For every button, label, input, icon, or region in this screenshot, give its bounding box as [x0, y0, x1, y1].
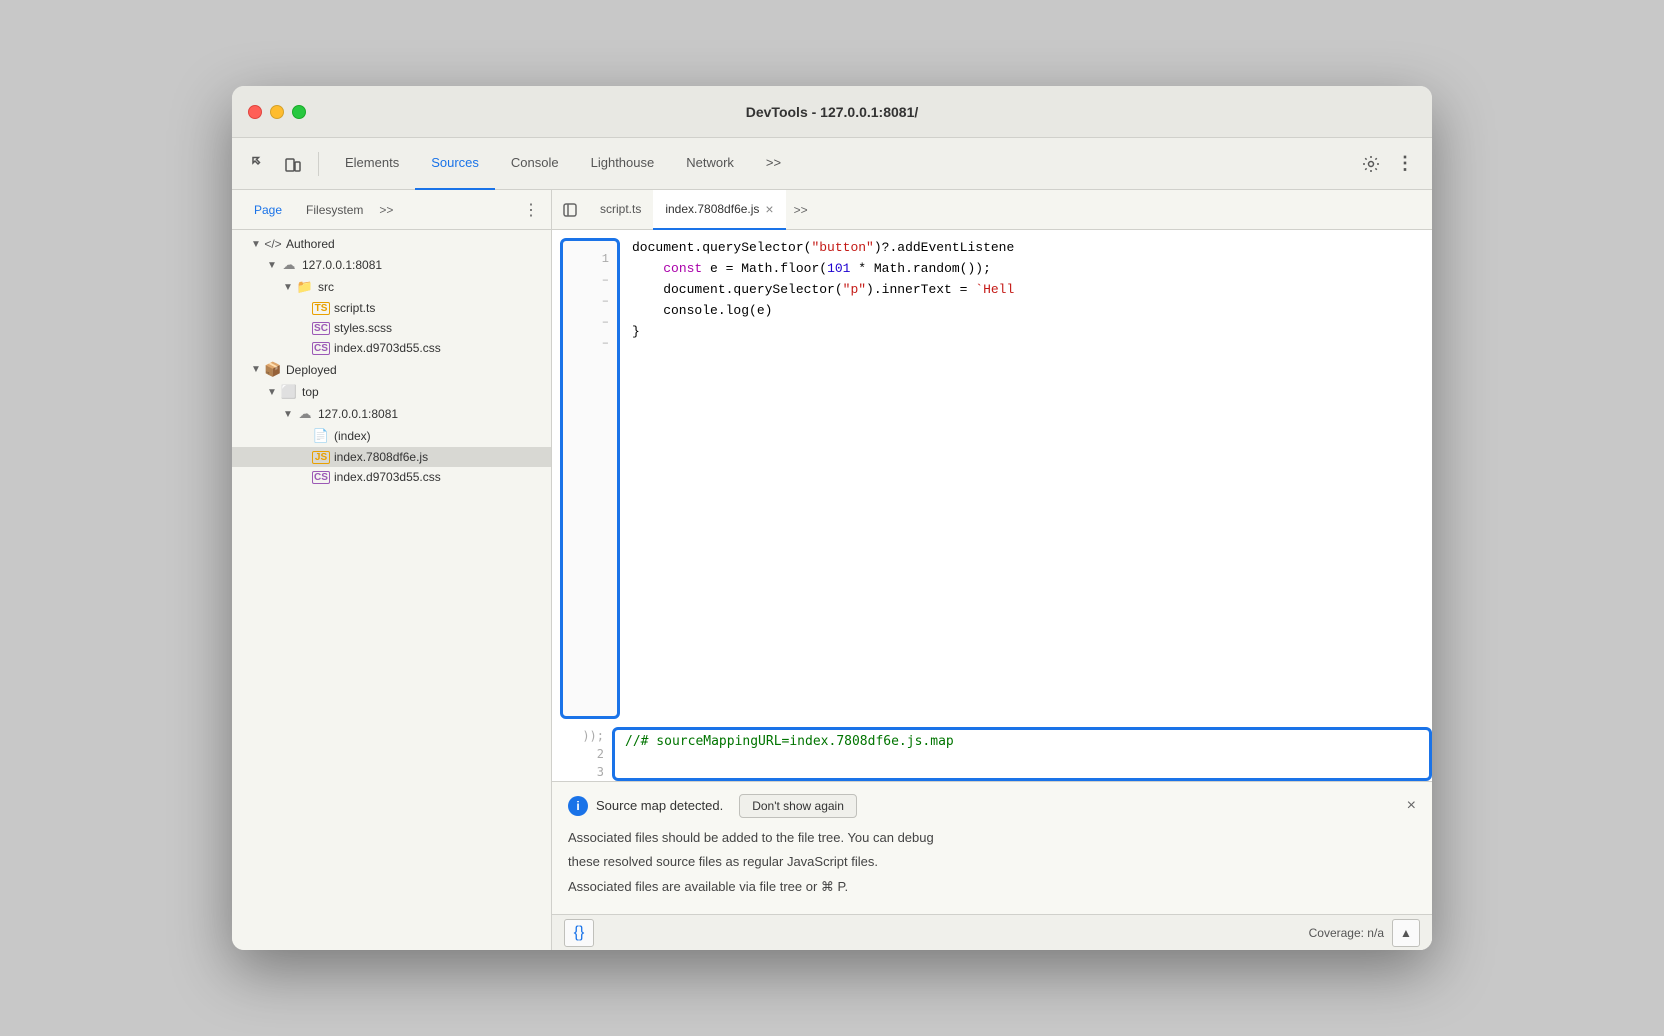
- line-numbers: 1 – – – –: [560, 238, 620, 719]
- info-icon: i: [568, 796, 588, 816]
- line-num-dash4: –: [563, 333, 617, 354]
- sidebar: Page Filesystem >> ⋮ ▼ </> Authored: [232, 190, 552, 950]
- tree-index-css1[interactable]: CS index.d9703d55.css: [232, 338, 551, 358]
- line-num-1: 1: [563, 249, 617, 270]
- sourcemap-comment: //# sourceMappingURL=index.7808df6e.js.m…: [625, 734, 1419, 749]
- code-line-3: document.querySelector("p").innerText = …: [632, 280, 1420, 301]
- sourcemap-section: )); 2 3 //# sourceMappingURL=index.7808d…: [560, 727, 1432, 781]
- sourcemap-highlight: //# sourceMappingURL=index.7808df6e.js.m…: [612, 727, 1432, 781]
- code-line-5: }: [632, 322, 1420, 343]
- tab-network[interactable]: Network: [670, 138, 750, 190]
- code-lines: document.querySelector("button")?.addEve…: [620, 230, 1432, 727]
- minimize-button[interactable]: [270, 105, 284, 119]
- toolbar-right: ⋮: [1356, 149, 1420, 179]
- sidebar-more-icon[interactable]: >>: [379, 203, 393, 217]
- notification-bar: i Source map detected. Don't show again …: [552, 781, 1432, 914]
- toolbar-separator: [318, 152, 319, 176]
- main-content: Page Filesystem >> ⋮ ▼ </> Authored: [232, 190, 1432, 950]
- inspect-icon[interactable]: [244, 149, 274, 179]
- editor-tab-bar: script.ts index.7808df6e.js × >>: [552, 190, 1432, 230]
- sidebar-tab-page[interactable]: Page: [244, 199, 292, 221]
- tree-cloud2[interactable]: ▼ ☁ 127.0.0.1:8081: [232, 403, 551, 425]
- tab-lighthouse[interactable]: Lighthouse: [575, 138, 671, 190]
- sidebar-tab-bar: Page Filesystem >> ⋮: [232, 190, 551, 230]
- sidebar-menu-icon[interactable]: ⋮: [523, 200, 539, 220]
- title-bar: DevTools - 127.0.0.1:8081/: [232, 86, 1432, 138]
- tree-authored[interactable]: ▼ </> Authored: [232, 234, 551, 254]
- notification-line-2: these resolved source files as regular J…: [568, 852, 1416, 873]
- tab-more[interactable]: >>: [750, 138, 797, 190]
- line-num-dash1: –: [563, 270, 617, 291]
- editor-tab-index-js[interactable]: index.7808df6e.js ×: [653, 190, 785, 230]
- devtools-window: DevTools - 127.0.0.1:8081/ Elements Sour…: [232, 86, 1432, 950]
- file-tree: ▼ </> Authored ▼ ☁ 127.0.0.1:8081 ▼ 📁: [232, 230, 551, 950]
- status-bar: {} Coverage: n/a ▲: [552, 914, 1432, 950]
- format-button[interactable]: {}: [564, 919, 594, 947]
- code-line-4: console.log(e): [632, 301, 1420, 322]
- tab-bar: Elements Sources Console Lighthouse Netw…: [329, 138, 797, 190]
- traffic-lights: [248, 105, 306, 119]
- main-toolbar: Elements Sources Console Lighthouse Netw…: [232, 138, 1432, 190]
- code-line-2: const e = Math.floor(101 * Math.random()…: [632, 259, 1420, 280]
- notification-line-3: Associated files are available via file …: [568, 877, 1416, 898]
- notification-message: Source map detected.: [596, 798, 723, 813]
- tree-index-html[interactable]: 📄 (index): [232, 425, 551, 447]
- tab-sources[interactable]: Sources: [415, 138, 495, 190]
- tree-index-css2[interactable]: CS index.d9703d55.css: [232, 467, 551, 487]
- tree-index-js[interactable]: JS index.7808df6e.js: [232, 447, 551, 467]
- tree-deployed[interactable]: ▼ 📦 Deployed: [232, 358, 551, 381]
- line-num-dash3: –: [563, 312, 617, 333]
- coverage-label: Coverage: n/a: [1309, 926, 1384, 940]
- sidebar-tab-filesystem[interactable]: Filesystem: [296, 199, 373, 221]
- settings-icon[interactable]: [1356, 149, 1386, 179]
- notification-header: i Source map detected. Don't show again …: [568, 794, 1416, 818]
- window-title: DevTools - 127.0.0.1:8081/: [746, 104, 919, 120]
- code-editor: 1 – – – – document.querySelector("button…: [552, 230, 1432, 781]
- notification-body: Associated files should be added to the …: [568, 828, 1416, 898]
- dont-show-button[interactable]: Don't show again: [739, 794, 857, 818]
- notification-line-1: Associated files should be added to the …: [568, 828, 1416, 849]
- maximize-button[interactable]: [292, 105, 306, 119]
- scroll-up-button[interactable]: ▲: [1392, 919, 1420, 947]
- close-notification-button[interactable]: ×: [1407, 797, 1416, 815]
- device-icon[interactable]: [278, 149, 308, 179]
- line-num-dash2: –: [563, 291, 617, 312]
- code-content: 1 – – – – document.querySelector("button…: [552, 230, 1432, 727]
- more-options-icon[interactable]: ⋮: [1390, 149, 1420, 179]
- tree-script-ts[interactable]: TS script.ts: [232, 298, 551, 318]
- code-line-1: document.querySelector("button")?.addEve…: [632, 238, 1420, 259]
- tree-src[interactable]: ▼ 📁 src: [232, 276, 551, 298]
- tree-styles-scss[interactable]: SC styles.scss: [232, 318, 551, 338]
- editor-tab-more[interactable]: >>: [786, 203, 816, 217]
- sourcemap-line-numbers: )); 2 3: [560, 727, 612, 781]
- tab-elements[interactable]: Elements: [329, 138, 415, 190]
- close-button[interactable]: [248, 105, 262, 119]
- editor-tab-script-ts[interactable]: script.ts: [588, 190, 653, 230]
- collapse-sidebar-button[interactable]: [556, 196, 584, 224]
- tree-cloud1[interactable]: ▼ ☁ 127.0.0.1:8081: [232, 254, 551, 276]
- editor-area: script.ts index.7808df6e.js × >> 1 – – –: [552, 190, 1432, 950]
- close-tab-icon[interactable]: ×: [765, 202, 773, 216]
- tree-top[interactable]: ▼ ⬜ top: [232, 381, 551, 403]
- tab-console[interactable]: Console: [495, 138, 575, 190]
